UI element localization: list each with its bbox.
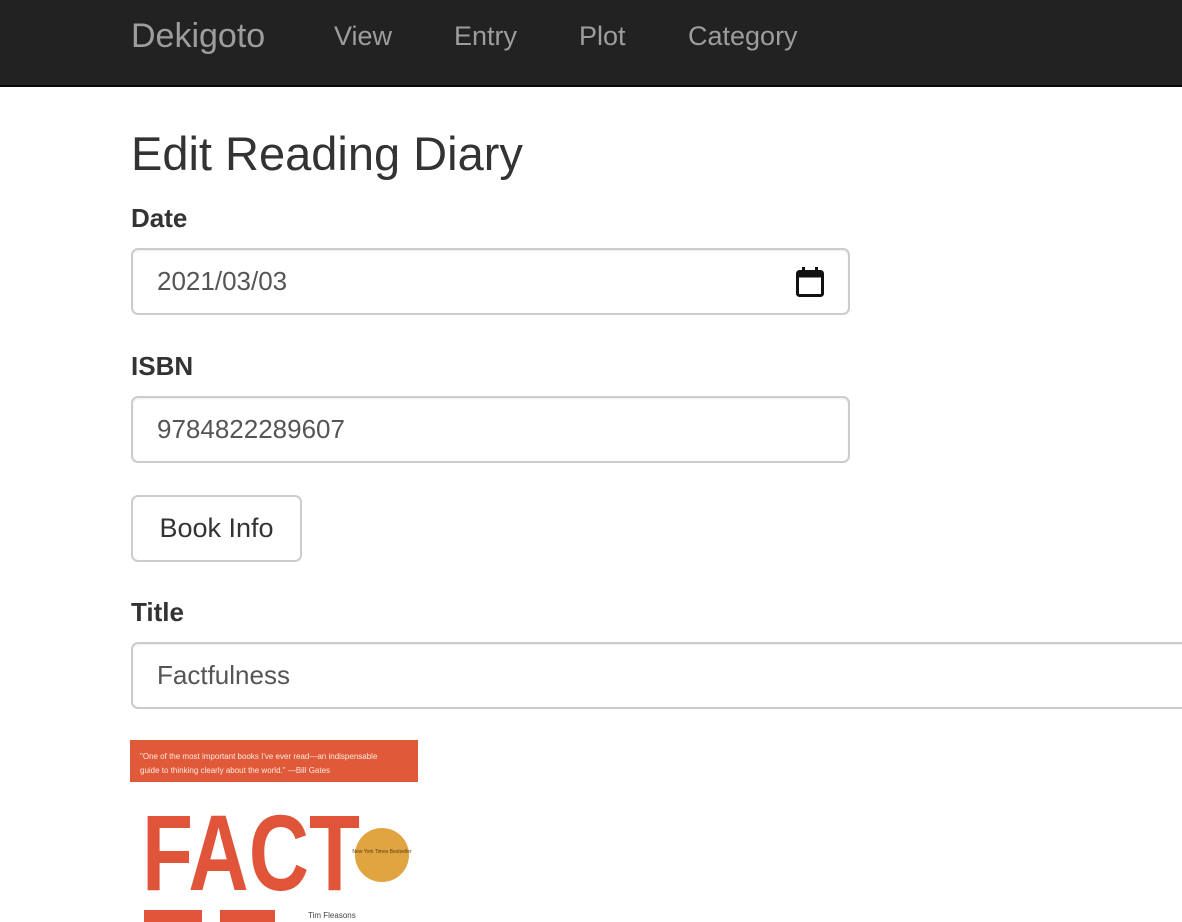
page-title: Edit Reading Diary xyxy=(131,127,523,180)
cover-quote-line1: "One of the most important books I've ev… xyxy=(140,752,378,761)
cover-title-text: FACT xyxy=(142,792,360,913)
nav-item-plot[interactable]: Plot xyxy=(579,17,626,55)
cover-quote-line2: guide to thinking clearly about the worl… xyxy=(140,766,330,775)
cover-seal-text: New York Times Bestseller xyxy=(352,849,412,855)
isbn-input[interactable]: 9784822289607 xyxy=(131,396,850,463)
isbn-label: ISBN xyxy=(131,351,194,381)
navbar: Dekigoto View Entry Plot Category xyxy=(0,0,1182,87)
nav-item-view[interactable]: View xyxy=(334,17,392,55)
cover-author-text: Tim Fleasons xyxy=(308,911,356,920)
book-info-button[interactable]: Book Info xyxy=(131,495,302,562)
title-label: Title xyxy=(131,597,184,627)
isbn-value: 9784822289607 xyxy=(157,414,345,444)
calendar-icon[interactable] xyxy=(796,266,824,297)
date-input[interactable]: 2021/03/03 xyxy=(131,248,850,315)
book-cover-image: "One of the most important books I've ev… xyxy=(130,740,418,922)
nav-item-category[interactable]: Category xyxy=(688,17,798,55)
date-label: Date xyxy=(131,203,188,233)
title-value: Factfulness xyxy=(157,660,290,690)
title-input[interactable]: Factfulness xyxy=(131,642,1182,709)
brand-link[interactable]: Dekigoto xyxy=(131,15,265,57)
date-value: 2021/03/03 xyxy=(157,266,288,296)
nav-item-entry[interactable]: Entry xyxy=(454,17,517,55)
